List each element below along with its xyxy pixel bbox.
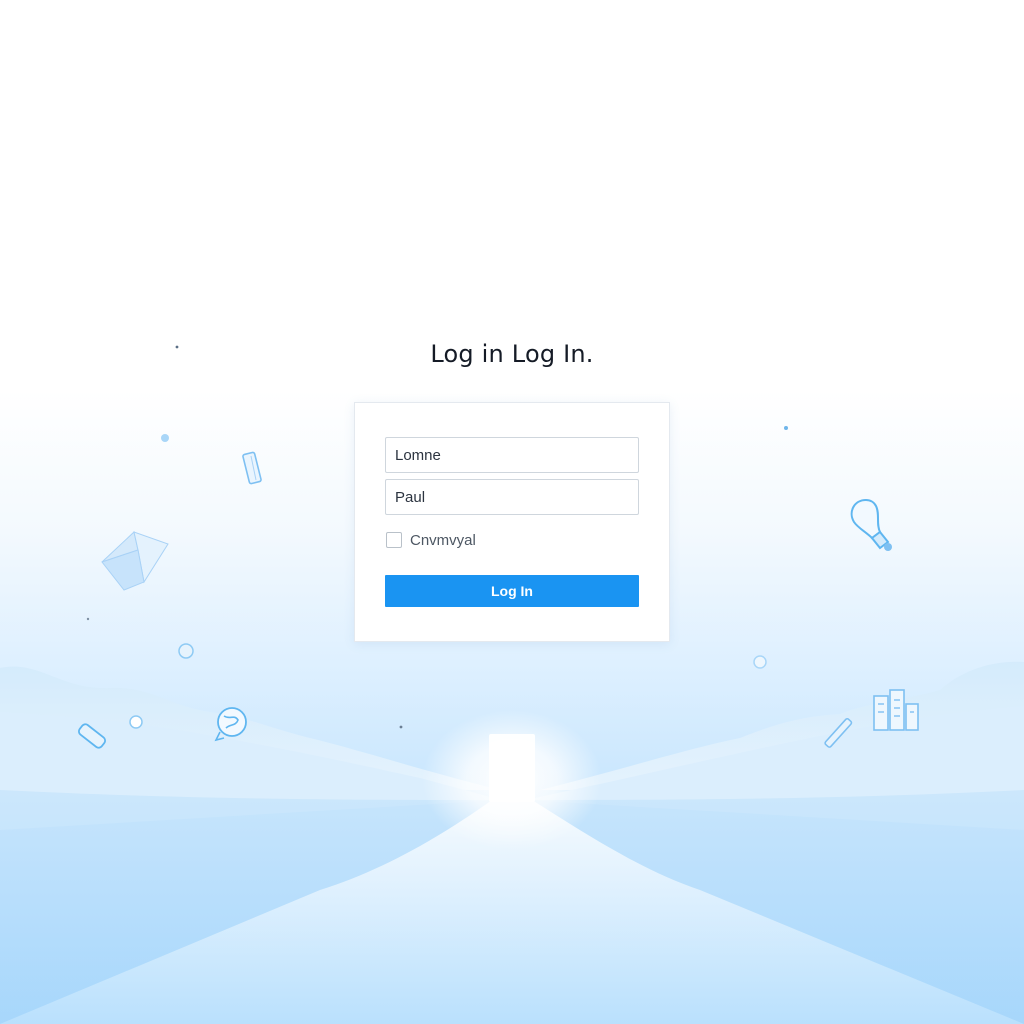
page-title: Log in Log In. — [430, 340, 594, 368]
login-button[interactable]: Log In — [385, 575, 639, 607]
book-icon — [101, 531, 169, 591]
remember-me-checkbox[interactable] — [386, 532, 402, 548]
username-field[interactable] — [385, 437, 639, 473]
remember-me-label: Cnvmvyal — [410, 531, 476, 549]
globe-icon — [214, 707, 247, 742]
bookmark-icon — [242, 451, 262, 485]
password-field[interactable] — [385, 479, 639, 515]
lightbulb-icon — [850, 498, 892, 551]
building-icon — [873, 689, 919, 731]
pencil-icon — [824, 717, 853, 748]
login-card: Cnvmvyal Log In — [354, 402, 670, 642]
glowing-door — [489, 734, 535, 802]
bandage-icon — [77, 723, 107, 749]
login-scene: Log in Log In. Cnvmvyal Log In — [0, 0, 1024, 1024]
remember-me-row[interactable]: Cnvmvyal — [386, 530, 476, 550]
